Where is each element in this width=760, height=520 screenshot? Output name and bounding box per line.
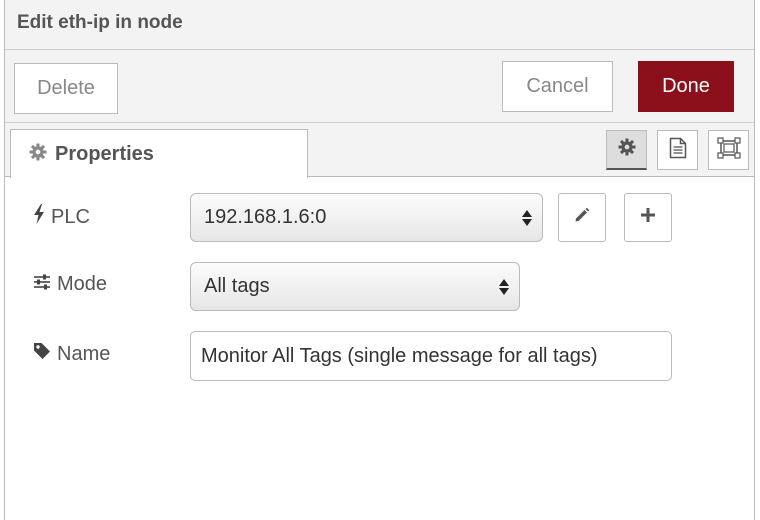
select-arrows-icon bbox=[499, 278, 509, 295]
name-input[interactable] bbox=[190, 331, 672, 381]
add-plc-button[interactable] bbox=[624, 193, 672, 242]
select-arrows-icon bbox=[522, 209, 532, 226]
plc-select-value: 192.168.1.6:0 bbox=[204, 206, 327, 228]
description-tab-button[interactable] bbox=[657, 130, 698, 170]
gear-icon bbox=[617, 138, 636, 161]
done-button[interactable]: Done bbox=[638, 61, 734, 112]
bolt-icon bbox=[33, 204, 45, 230]
edit-plc-button[interactable] bbox=[558, 193, 606, 242]
tab-properties[interactable]: Properties bbox=[10, 129, 308, 178]
name-label: Name bbox=[33, 342, 110, 366]
dialog-header: Edit eth-ip in node bbox=[5, 0, 754, 50]
pencil-icon bbox=[573, 206, 591, 229]
appearance-icon bbox=[716, 136, 741, 164]
mode-label-text: Mode bbox=[57, 273, 108, 295]
mode-select[interactable]: All tags bbox=[190, 262, 520, 311]
plc-label: PLC bbox=[33, 204, 90, 230]
delete-button[interactable]: Delete bbox=[14, 63, 118, 114]
plus-icon bbox=[640, 207, 656, 228]
mode-select-value: All tags bbox=[204, 275, 270, 297]
sliders-icon bbox=[33, 273, 51, 296]
cancel-button[interactable]: Cancel bbox=[502, 61, 613, 112]
appearance-tab-button[interactable] bbox=[708, 130, 749, 170]
properties-tab-button[interactable] bbox=[606, 130, 647, 170]
tab-properties-label: Properties bbox=[55, 142, 154, 165]
tag-icon bbox=[33, 342, 51, 366]
description-icon bbox=[669, 137, 687, 164]
mode-label: Mode bbox=[33, 273, 107, 296]
edit-dialog: Edit eth-ip in node Delete Cancel Done P… bbox=[4, 0, 755, 520]
gear-icon bbox=[29, 142, 47, 166]
name-label-text: Name bbox=[57, 342, 111, 365]
dialog-title: Edit eth-ip in node bbox=[17, 12, 183, 33]
plc-select[interactable]: 192.168.1.6:0 bbox=[190, 193, 543, 242]
plc-label-text: PLC bbox=[51, 205, 90, 228]
dialog-toolbar: Delete Cancel Done bbox=[5, 50, 754, 123]
tab-bar: Properties bbox=[5, 123, 754, 178]
